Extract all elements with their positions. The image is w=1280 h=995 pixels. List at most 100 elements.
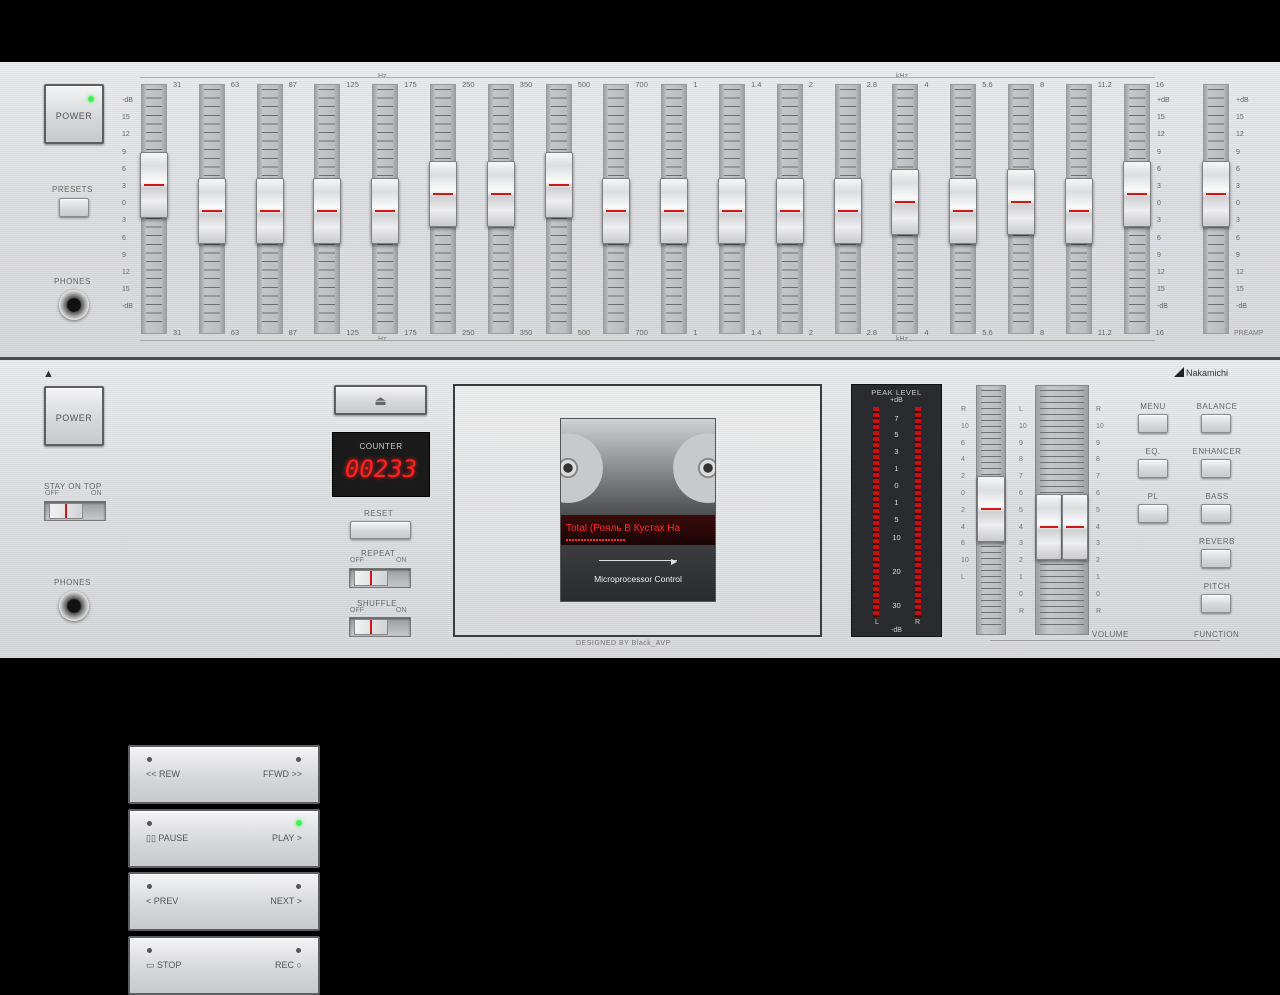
preamp-knob[interactable] (1202, 160, 1230, 227)
prev-next-button[interactable]: < PREV NEXT > (128, 872, 320, 931)
eq-band-knob[interactable] (140, 152, 168, 219)
eq-freq-label-top: 87 (288, 80, 297, 89)
eq-band-slider[interactable] (833, 84, 862, 334)
stay-on-top-toggle[interactable] (44, 501, 106, 521)
db-scale-left-label: 3 (122, 217, 126, 225)
eject-button[interactable]: ⏏ (334, 385, 427, 415)
db-scale-preamp-label: 6 (1236, 165, 1240, 173)
db-scale-left-label: -dB (122, 303, 133, 311)
stop-rec-button[interactable]: ▭ STOP REC ○ (128, 935, 320, 995)
repeat-toggle[interactable] (349, 568, 411, 588)
balance-scale-label: 6 (961, 540, 965, 548)
arrow-line (599, 560, 677, 561)
eq-band-knob[interactable] (371, 178, 400, 244)
func-right-button[interactable] (1201, 549, 1231, 568)
db-scale-left-label: 3 (122, 183, 126, 190)
brand-label: Nakamichi (1186, 368, 1229, 378)
stay-off-label: OFF (45, 490, 59, 497)
preamp-slot[interactable] (1202, 84, 1230, 334)
eq-band-slider[interactable] (197, 84, 226, 334)
eq-band-slider[interactable] (429, 84, 457, 334)
db-scale-right-label: 6 (1157, 165, 1161, 173)
meter-scale-label: 5 (894, 515, 899, 524)
eq-freq-label-top: 350 (519, 80, 533, 89)
eq-band-slider[interactable] (949, 84, 978, 334)
volume-scale-left-label: 4 (1019, 523, 1023, 531)
eq-band-knob[interactable] (775, 178, 804, 244)
shuffle-toggle[interactable] (349, 617, 411, 637)
eq-band-slider[interactable] (255, 84, 284, 334)
tape-reels-image (561, 419, 715, 515)
eq-band-knob[interactable] (891, 169, 920, 236)
rewind-ffwd-button[interactable]: << REW FFWD >> (128, 745, 320, 804)
eq-freq-label-top: 4 (924, 80, 929, 89)
volume-scale-left-label: 0 (1019, 590, 1023, 598)
cassette-screen: Total (Рояль В Кустах На ▶ Microprocesso… (560, 418, 716, 602)
func-right-button[interactable] (1201, 594, 1231, 613)
volume-knob-left[interactable] (1036, 494, 1062, 560)
presets-button[interactable] (59, 198, 89, 217)
func-right-label: BASS (1205, 492, 1229, 501)
eq-band-knob[interactable] (1122, 160, 1151, 227)
func-left-button[interactable] (1138, 504, 1168, 523)
eq-band-knob[interactable] (197, 178, 226, 244)
db-scale-preamp-label: 3 (1236, 217, 1240, 225)
eq-band-slider[interactable] (775, 84, 804, 334)
eq-band-knob[interactable] (718, 178, 746, 244)
eq-band-slider[interactable] (891, 84, 920, 334)
deck-power-button[interactable]: POWER (44, 386, 104, 446)
eq-band-slider[interactable] (486, 84, 515, 334)
eq-band-knob[interactable] (1007, 169, 1035, 236)
eq-power-button[interactable]: POWER (44, 84, 104, 144)
eq-band-slider[interactable] (371, 84, 400, 334)
eq-band-slider[interactable] (140, 84, 168, 334)
eq-band-knob[interactable] (1064, 178, 1093, 244)
pause-play-button-right-label: PLAY > (272, 832, 302, 843)
equalizer-panel: POWER PRESETS PHONES Hz Hz kHz kHz -dB15… (0, 62, 1280, 357)
func-left-button[interactable] (1138, 414, 1168, 433)
eq-band-knob[interactable] (602, 178, 631, 244)
balance-knob[interactable] (977, 476, 1005, 542)
db-scale-right-label: 12 (1157, 131, 1165, 139)
rewind-ffwd-button-right-label: FFWD >> (262, 769, 302, 779)
prev-next-button-led-right (296, 884, 301, 889)
func-right-button[interactable] (1201, 414, 1231, 433)
eq-band-slider[interactable] (660, 84, 689, 334)
eq-band-knob[interactable] (486, 160, 515, 227)
volume-scale-right-label: 3 (1096, 540, 1100, 548)
eq-band-slider[interactable] (1064, 84, 1093, 334)
eq-freq-label-bottom: 700 (635, 328, 648, 337)
eq-freq-label-bottom: 175 (404, 328, 417, 337)
eq-band-knob[interactable] (660, 178, 689, 244)
rewind-ffwd-button-left-label: << REW (146, 769, 181, 779)
func-left-button[interactable] (1138, 459, 1168, 478)
balance-scale-label: 0 (961, 490, 965, 497)
pause-play-button[interactable]: ▯▯ PAUSE PLAY > (128, 808, 320, 868)
volume-scale-right-label: 2 (1096, 557, 1100, 565)
eq-band-slider[interactable] (313, 84, 342, 334)
eq-power-label: POWER (55, 111, 93, 121)
func-right-button[interactable] (1201, 459, 1231, 478)
eq-band-slider[interactable] (544, 84, 573, 334)
eq-band-knob[interactable] (429, 160, 457, 227)
eq-band-knob[interactable] (949, 178, 978, 244)
eq-band-knob[interactable] (544, 152, 573, 219)
volume-knob-right[interactable] (1062, 494, 1088, 560)
func-right-button[interactable] (1201, 504, 1231, 523)
eq-band-slider[interactable] (1007, 84, 1035, 334)
eq-band-knob[interactable] (833, 178, 862, 244)
eq-band-slider[interactable] (1122, 84, 1151, 334)
eq-freq-label-top: 175 (404, 80, 417, 89)
balance-slider[interactable] (976, 385, 1006, 635)
db-scale-right-label: 9 (1157, 148, 1161, 156)
eq-freq-label-top: 16 (1155, 80, 1164, 89)
meter-scale-label: 10 (892, 533, 901, 542)
volume-slider[interactable] (1035, 385, 1089, 635)
meter-scale-label: 5 (894, 430, 899, 439)
reset-button[interactable] (350, 521, 411, 539)
eq-band-slider[interactable] (602, 84, 631, 334)
meter-scale-label: 3 (894, 447, 899, 456)
eq-band-knob[interactable] (313, 178, 342, 244)
eq-band-slider[interactable] (718, 84, 746, 334)
eq-band-knob[interactable] (255, 178, 284, 244)
